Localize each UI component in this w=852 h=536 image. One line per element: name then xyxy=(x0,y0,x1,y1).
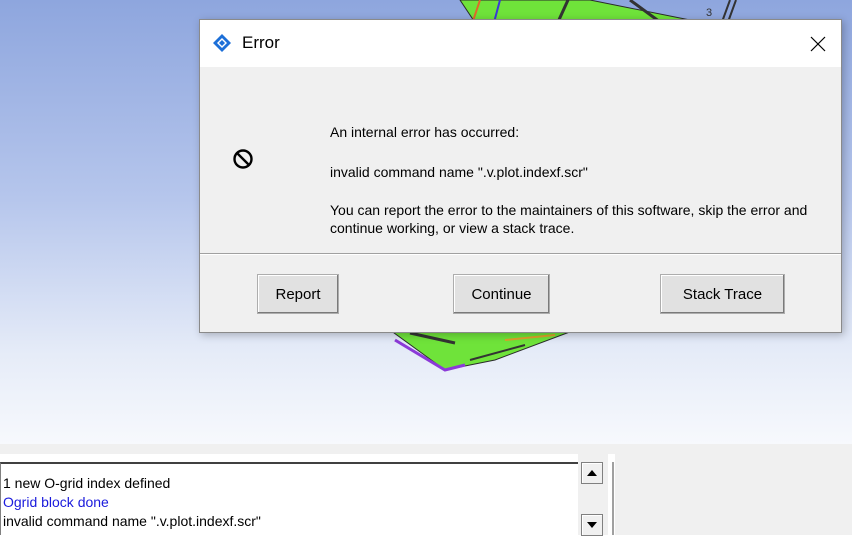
console-line: 1 new O-grid index defined xyxy=(3,475,171,491)
error-detail: invalid command name ".v.plot.indexf.scr… xyxy=(330,164,588,180)
arrow-down-icon xyxy=(587,522,597,528)
dialog-titlebar[interactable]: Error xyxy=(200,20,841,67)
close-button[interactable] xyxy=(795,20,841,67)
stack-trace-button[interactable]: Stack Trace xyxy=(660,274,785,314)
stop-icon xyxy=(233,149,253,169)
error-heading: An internal error has occurred: xyxy=(330,124,520,140)
report-button[interactable]: Report xyxy=(257,274,339,314)
continue-button[interactable]: Continue xyxy=(453,274,550,314)
message-console[interactable]: 1 new O-grid index defined Ogrid block d… xyxy=(0,462,578,535)
error-instructions: You can report the error to the maintain… xyxy=(330,202,808,236)
dialog-separator xyxy=(200,253,841,255)
dialog-title: Error xyxy=(242,33,280,52)
diamond-app-icon xyxy=(213,34,231,52)
scroll-up-button[interactable] xyxy=(581,462,603,484)
panel-divider xyxy=(0,444,852,454)
model-label: 3 xyxy=(706,7,712,19)
scroll-down-button[interactable] xyxy=(581,514,603,536)
console-line: invalid command name ".v.plot.indexf.scr… xyxy=(3,513,261,529)
error-dialog: Error An internal error has occurred: in… xyxy=(199,19,842,333)
side-panel xyxy=(615,454,852,535)
arrow-up-icon xyxy=(587,470,597,476)
close-icon xyxy=(810,36,826,51)
console-line: Ogrid block done xyxy=(3,494,109,510)
console-scrollbar[interactable] xyxy=(578,454,608,536)
